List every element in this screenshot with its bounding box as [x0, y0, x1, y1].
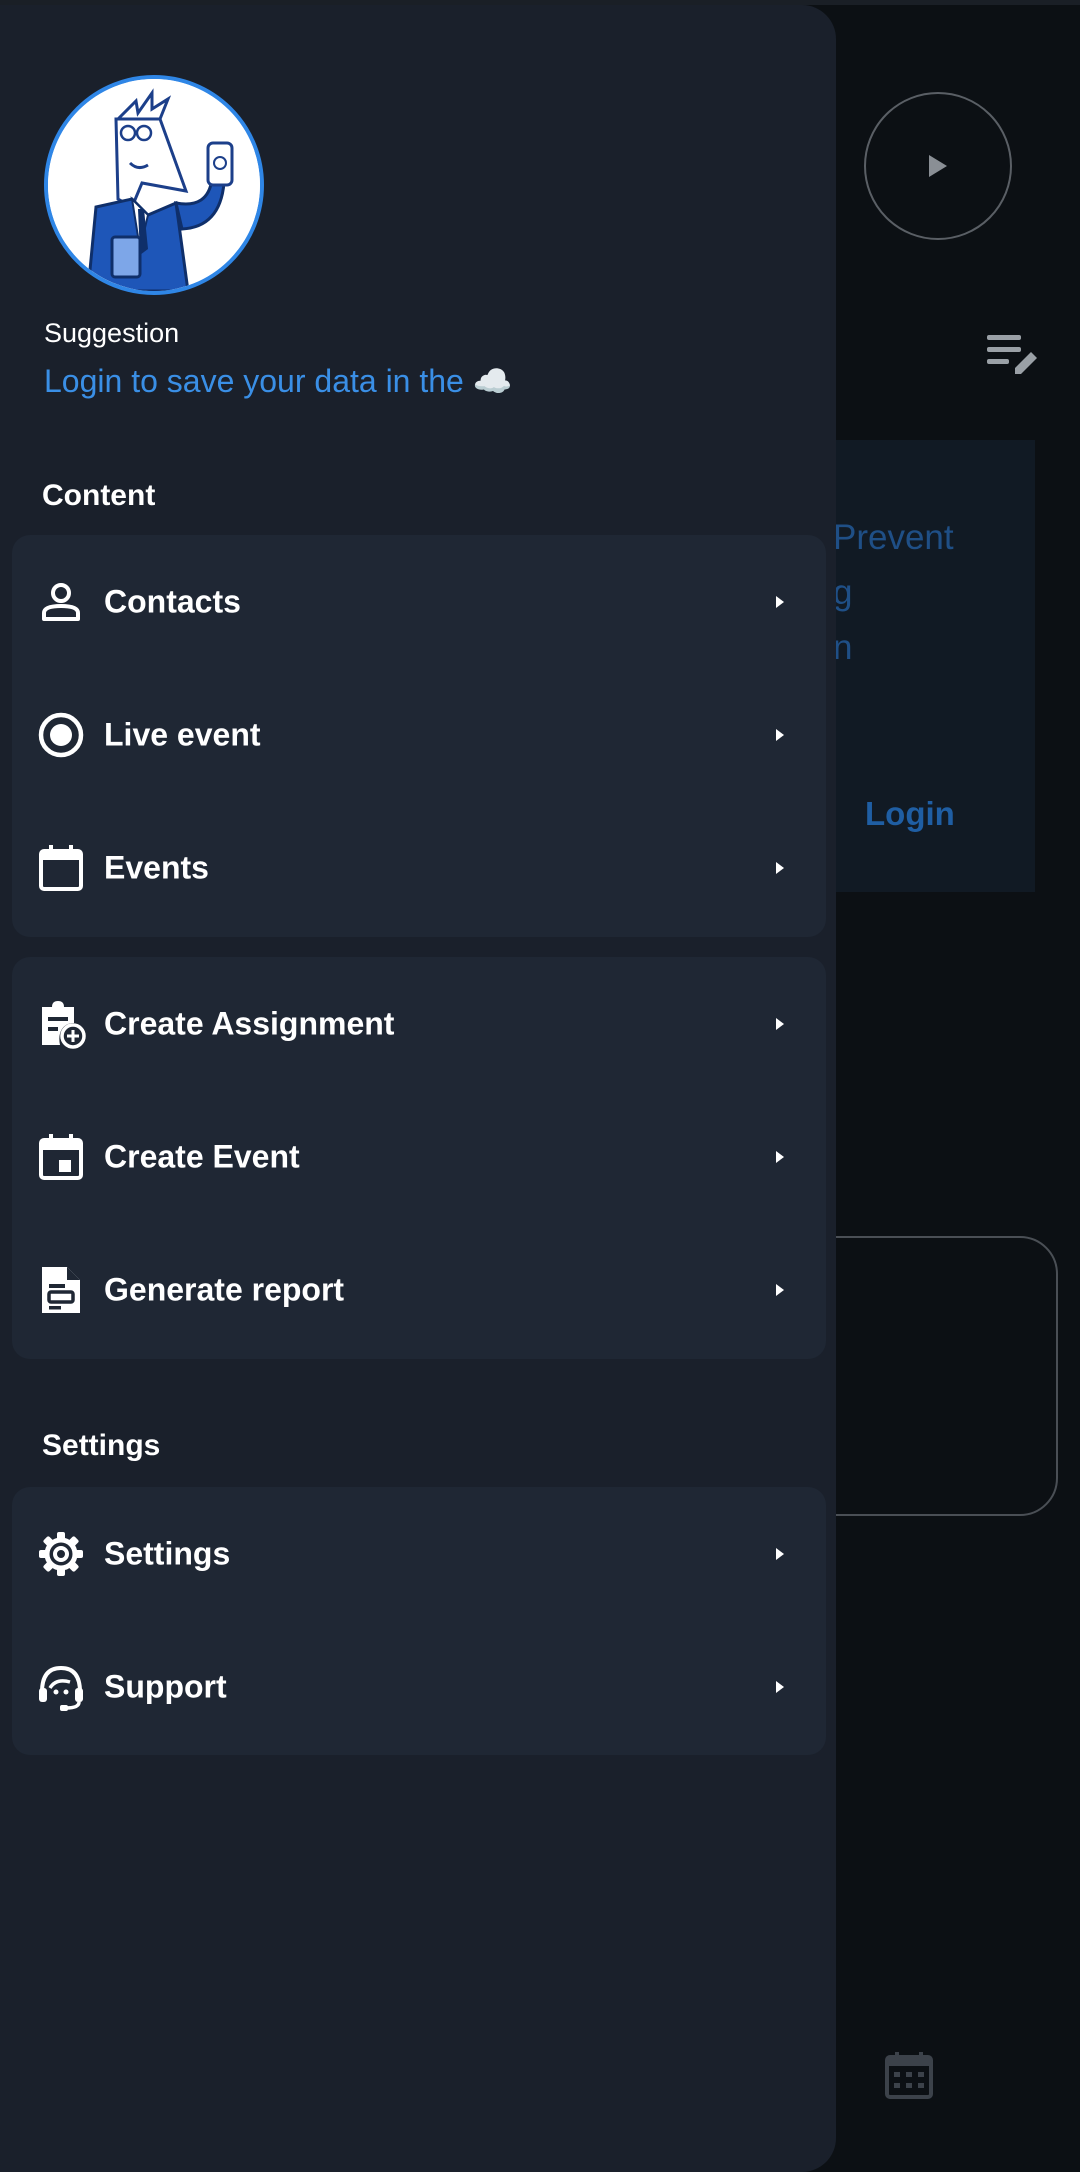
menu-item-generate-report[interactable]: Generate report: [12, 1223, 826, 1356]
menu-item-label: Events: [104, 849, 209, 885]
menu-item-label: Create Assignment: [104, 1005, 395, 1041]
menu-item-label: Generate report: [104, 1271, 345, 1307]
menu-group-settings: Settings Support: [12, 1487, 826, 1755]
menu-item-label: Live event: [104, 716, 261, 752]
support-agent-icon: [36, 1662, 86, 1712]
section-title-content: Content: [42, 479, 156, 512]
edit-notes-icon[interactable]: [985, 330, 1041, 380]
menu-item-live-event[interactable]: Live event: [12, 668, 826, 801]
menu-group-actions: Create Assignment Create Event Generate …: [12, 957, 826, 1359]
chevron-right-icon: [776, 1680, 784, 1693]
menu-item-create-event[interactable]: Create Event: [12, 1090, 826, 1223]
chevron-right-icon: [776, 1017, 784, 1030]
calendar-icon: [36, 843, 86, 893]
chevron-right-icon: [776, 728, 784, 741]
menu-item-support[interactable]: Support: [12, 1620, 826, 1753]
login-prompt-text: Prevent g n: [833, 518, 954, 667]
calendar-icon[interactable]: [884, 2050, 934, 2100]
calendar-event-icon: [36, 1132, 86, 1182]
menu-item-events[interactable]: Events: [12, 801, 826, 934]
chevron-right-icon: [776, 1283, 784, 1296]
person-icon: [36, 577, 86, 627]
navigation-drawer: Suggestion Login to save your data in th…: [0, 5, 836, 2172]
chevron-right-icon: [776, 595, 784, 608]
play-button[interactable]: [864, 92, 1012, 240]
menu-item-label: Create Event: [104, 1138, 300, 1174]
gear-icon: [36, 1529, 86, 1579]
menu-item-label: Support: [104, 1668, 227, 1704]
radio-button-icon: [36, 710, 86, 760]
chevron-right-icon: [776, 1150, 784, 1163]
report-icon: [36, 1265, 86, 1315]
menu-item-label: Settings: [104, 1535, 231, 1571]
avatar-illustration: [48, 79, 260, 291]
menu-group-content: Contacts Live event Events: [12, 535, 826, 937]
login-link[interactable]: Login to save your data in the ☁️: [44, 362, 513, 400]
menu-item-create-assignment[interactable]: Create Assignment: [12, 957, 826, 1090]
menu-item-label: Contacts: [104, 583, 241, 619]
menu-item-contacts[interactable]: Contacts: [12, 535, 826, 668]
suggestion-label: Suggestion: [44, 318, 180, 348]
section-title-settings: Settings: [42, 1429, 161, 1462]
clipboard-add-icon: [36, 999, 86, 1049]
chevron-right-icon: [776, 861, 784, 874]
menu-item-settings[interactable]: Settings: [12, 1487, 826, 1620]
avatar[interactable]: [44, 75, 264, 295]
play-icon: [929, 155, 947, 177]
chevron-right-icon: [776, 1547, 784, 1560]
login-button[interactable]: Login: [865, 795, 955, 833]
